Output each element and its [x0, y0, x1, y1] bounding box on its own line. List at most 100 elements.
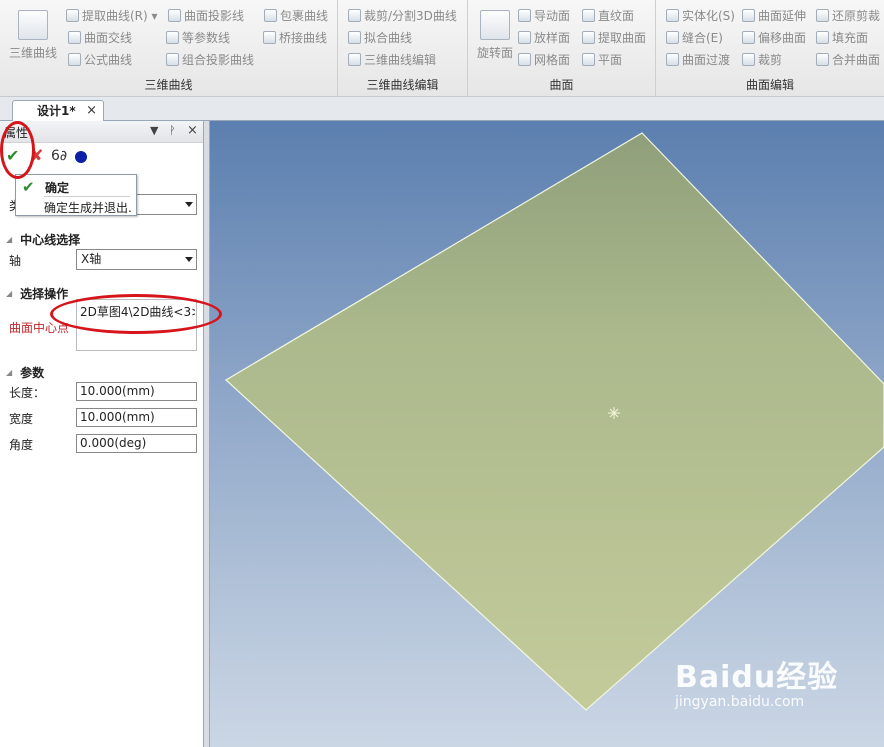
restore-trim-icon [816, 9, 829, 22]
collapse-triangle-icon: ◢ [6, 289, 13, 298]
mesh-surface-icon [518, 53, 531, 66]
chevron-down-icon [185, 202, 193, 207]
document-tab-bar: 设计1* × [0, 97, 884, 122]
ok-tooltip: ✔ 确定 确定生成并退出. [15, 174, 137, 216]
fit-curve-icon [348, 31, 361, 44]
offset-surface-button[interactable]: 偏移曲面 [742, 29, 806, 47]
tab-label: 设计1* [37, 104, 76, 118]
sweep-icon [518, 9, 531, 22]
surface-projection-line-button[interactable]: 曲面投影线 [168, 7, 244, 25]
combined-projection-icon [166, 53, 179, 66]
ribbon-group-label: 曲面 [549, 78, 574, 92]
ribbon-group-surface-edit: 实体化(S) 曲面延伸 还原剪裁 缝合(E) 偏移曲面 填充面 曲面过渡 裁剪 … [656, 0, 884, 97]
chevron-down-icon [185, 257, 193, 262]
3d-curve-edit-button[interactable]: 三维曲线编辑 [348, 51, 436, 69]
ribbon-group-label: 三维曲线编辑 [366, 78, 439, 92]
section-parameters[interactable]: ◢ 参数 [6, 364, 44, 381]
section-select-operation[interactable]: ◢ 选择操作 [6, 285, 68, 302]
ok-check-icon[interactable]: ✔ [6, 147, 19, 165]
ribbon-group-label: 三维曲线 [144, 78, 193, 92]
surface-intersection-button[interactable]: 曲面交线 [68, 29, 132, 47]
tooltip-title: 确定 [45, 181, 70, 195]
selection-value: 2D草图4\2D曲线<3>_ [80, 305, 195, 319]
check-icon: ✔ [22, 178, 35, 196]
stitch-button[interactable]: 缝合(E) [666, 29, 723, 47]
ribbon-group-surface: 旋转面 导动面 直纹面 放样面 提取曲面 网格面 平面 曲面 [468, 0, 656, 97]
cancel-icon[interactable]: ✘ [30, 147, 43, 165]
offset-icon [742, 31, 755, 44]
combined-projection-curve-button[interactable]: 组合投影曲线 [166, 51, 254, 69]
intersection-icon [68, 31, 81, 44]
ribbon-group-3d-curve-edit: 裁剪/分割3D曲线 拟合曲线 三维曲线编辑 三维曲线编辑 [338, 0, 468, 97]
formula-curve-button[interactable]: 公式曲线 [68, 51, 132, 69]
angle-label: 角度 [9, 438, 34, 452]
mesh-surface-button[interactable]: 网格面 [518, 51, 570, 69]
axis-select[interactable]: X轴 [76, 249, 197, 270]
loft-icon [518, 31, 531, 44]
sweep-surface-button[interactable]: 导动面 [518, 7, 570, 25]
panel-toolbar: ✔ ✘ 6∂ [0, 143, 203, 169]
stitch-icon [666, 31, 679, 44]
angle-input[interactable]: 0.000(deg) [76, 434, 197, 453]
tooltip-divider [44, 196, 130, 197]
panel-title: 属性 [4, 126, 29, 140]
isoparametric-line-button[interactable]: 等参数线 [166, 29, 230, 47]
bridge-curve-button[interactable]: 桥接曲线 [263, 29, 327, 47]
restore-trim-button[interactable]: 还原剪裁 [816, 7, 880, 25]
wrap-curve-icon [264, 9, 277, 22]
fill-surface-button[interactable]: 填充面 [816, 29, 868, 47]
panel-header: 属性 ▼ ᚹ × [0, 121, 203, 143]
trim-split-3d-curve-button[interactable]: 裁剪/分割3D曲线 [348, 7, 457, 25]
trim-button[interactable]: 裁剪 [742, 51, 782, 69]
formula-curve-icon [68, 53, 81, 66]
section-centerline[interactable]: ◢ 中心线选择 [6, 231, 80, 248]
merge-surface-button[interactable]: 合并曲面 [816, 51, 880, 69]
close-icon[interactable]: × [187, 123, 198, 138]
plane-icon [582, 53, 595, 66]
ribbon-group-label: 曲面编辑 [745, 78, 794, 92]
3d-curve-button[interactable]: 三维曲线 [8, 6, 58, 66]
tab-design1[interactable]: 设计1* × [12, 100, 104, 122]
watermark-logo: Baidu经验 [675, 660, 839, 695]
help-dot-icon[interactable] [75, 151, 87, 163]
blend-icon [666, 53, 679, 66]
width-input[interactable]: 10.000(mm) [76, 408, 197, 427]
isoparametric-icon [166, 31, 179, 44]
fit-curve-button[interactable]: 拟合曲线 [348, 29, 412, 47]
revolve-surface-label: 旋转面 [476, 46, 513, 60]
solidify-button[interactable]: 实体化(S) [666, 7, 735, 25]
surface-extend-button[interactable]: 曲面延伸 [742, 7, 806, 25]
surface-center-selection-box[interactable]: 2D草图4\2D曲线<3>_ [76, 299, 197, 351]
tooltip-description: 确定生成并退出. [44, 201, 132, 215]
scissors-icon [348, 9, 361, 22]
fill-icon [816, 31, 829, 44]
plane-surface[interactable] [224, 132, 884, 711]
length-label: 长度： [9, 386, 46, 400]
extend-icon [742, 9, 755, 22]
solidify-icon [666, 9, 679, 22]
ribbon-group-3d-curve: 三维曲线 提取曲线(R) ▾ 曲面投影线 包裹曲线 曲面交线 等参数线 桥接曲线… [0, 0, 338, 97]
preview-glasses-icon[interactable]: 6∂ [51, 147, 67, 165]
watermark-url: jingyan.baidu.com [675, 694, 805, 710]
ruled-surface-button[interactable]: 直纹面 [582, 7, 634, 25]
pin-icon[interactable]: ᚹ [169, 124, 176, 137]
length-input[interactable]: 10.000(mm) [76, 382, 197, 401]
chevron-down-icon: ▾ [147, 9, 158, 23]
merge-icon [816, 53, 829, 66]
bridge-curve-icon [263, 31, 276, 44]
dropdown-icon[interactable]: ▼ [150, 124, 158, 137]
surface-blend-button[interactable]: 曲面过渡 [666, 51, 730, 69]
plane-button[interactable]: 平面 [582, 51, 622, 69]
collapse-triangle-icon: ◢ [6, 368, 13, 377]
loft-surface-button[interactable]: 放样面 [518, 29, 570, 47]
close-icon[interactable]: × [86, 101, 97, 121]
extract-surface-button[interactable]: 提取曲面 [582, 29, 646, 47]
curve-edit-icon [348, 53, 361, 66]
surface-center-label: 曲面中心点 [9, 321, 70, 335]
collapse-triangle-icon: ◢ [6, 235, 13, 244]
wrap-curve-button[interactable]: 包裹曲线 [264, 7, 328, 25]
projection-line-icon [168, 9, 181, 22]
extract-curve-button[interactable]: 提取曲线(R) ▾ [66, 7, 158, 25]
revolve-surface-button[interactable]: 旋转面 [470, 6, 520, 66]
ribbon: 三维曲线 提取曲线(R) ▾ 曲面投影线 包裹曲线 曲面交线 等参数线 桥接曲线… [0, 0, 884, 97]
